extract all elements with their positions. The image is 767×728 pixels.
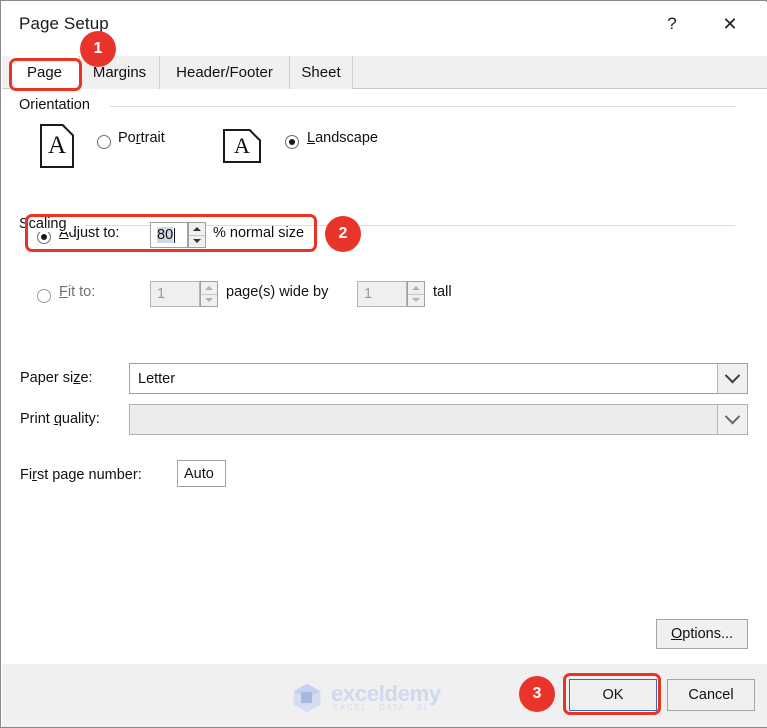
ok-button[interactable]: OK bbox=[569, 679, 657, 711]
adjust-spinner-down[interactable] bbox=[189, 234, 205, 248]
tab-header-footer[interactable]: Header/Footer bbox=[160, 56, 290, 89]
fit-tall-value: 1 bbox=[364, 286, 373, 302]
options-button-label: Options... bbox=[670, 626, 734, 642]
fit-tall-input[interactable]: 1 bbox=[357, 281, 407, 307]
fit-wide-spinner-down[interactable] bbox=[201, 293, 217, 307]
adjust-to-radio[interactable] bbox=[37, 230, 51, 244]
fit-tall-spinner-down[interactable] bbox=[408, 293, 424, 307]
portrait-label: Portrait bbox=[118, 130, 165, 146]
fit-to-radio[interactable] bbox=[37, 289, 51, 303]
first-page-number-value: Auto bbox=[184, 465, 214, 482]
fit-wide-spinner[interactable] bbox=[200, 281, 218, 307]
exceldemy-logo-icon bbox=[293, 683, 321, 713]
screenshot-root: Page Setup ? ✕ Page Margins Header/Foote… bbox=[0, 0, 767, 728]
paper-size-value: Letter bbox=[138, 370, 176, 387]
tab-page[interactable]: Page bbox=[10, 56, 80, 89]
help-icon[interactable]: ? bbox=[649, 4, 695, 44]
landscape-icon-glyph: A bbox=[234, 133, 250, 158]
tab-panel-page: Orientation A Portrait A Landscape Scali… bbox=[2, 89, 767, 664]
portrait-radio[interactable] bbox=[97, 135, 111, 149]
print-quality-dropdown-arrow[interactable] bbox=[717, 405, 747, 434]
paper-size-label: Paper size: bbox=[20, 370, 93, 386]
print-quality-combo[interactable] bbox=[129, 404, 748, 435]
page-setup-dialog: Page Setup ? ✕ Page Margins Header/Foote… bbox=[0, 0, 767, 728]
scaling-group-label: Scaling bbox=[19, 216, 74, 232]
orientation-group-label: Orientation bbox=[19, 97, 97, 113]
landscape-radio[interactable] bbox=[285, 135, 299, 149]
cancel-button[interactable]: Cancel bbox=[667, 679, 755, 711]
portrait-icon-glyph: A bbox=[47, 132, 67, 159]
callout-badge-1: 1 bbox=[80, 31, 116, 67]
fit-tall-spinner[interactable] bbox=[407, 281, 425, 307]
paper-size-dropdown-arrow[interactable] bbox=[717, 364, 747, 393]
orientation-group-rule bbox=[110, 106, 735, 107]
callout-badge-2: 2 bbox=[325, 216, 361, 252]
adjust-to-suffix: % normal size bbox=[213, 225, 305, 241]
watermark-tagline: EXCEL · DATA · BI bbox=[333, 703, 428, 712]
first-page-number-input[interactable]: Auto bbox=[177, 460, 226, 487]
options-button[interactable]: Options... bbox=[656, 619, 748, 649]
fit-to-label: Fit to: bbox=[59, 284, 96, 300]
tab-sheet[interactable]: Sheet bbox=[290, 56, 353, 89]
fit-tall-spinner-up[interactable] bbox=[408, 282, 424, 294]
adjust-to-input[interactable]: 80 bbox=[150, 222, 188, 248]
print-quality-label: Print quality: bbox=[20, 411, 100, 427]
landscape-label: Landscape bbox=[307, 130, 378, 146]
fit-tall-text: tall bbox=[433, 284, 452, 300]
adjust-to-spinner[interactable] bbox=[188, 222, 206, 248]
exceldemy-watermark: exceldemy EXCEL · DATA · BI bbox=[286, 680, 466, 716]
first-page-number-label: First page number: bbox=[20, 467, 142, 483]
landscape-page-icon: A bbox=[223, 129, 261, 163]
title-bar: Page Setup ? ✕ bbox=[2, 2, 767, 56]
fit-wide-input[interactable]: 1 bbox=[150, 281, 200, 307]
tab-strip: Page Margins Header/Footer Sheet bbox=[2, 56, 767, 89]
adjust-to-value: 80 bbox=[157, 227, 174, 243]
fit-wide-value: 1 bbox=[157, 286, 166, 302]
callout-badge-3: 3 bbox=[519, 676, 555, 712]
portrait-page-icon: A bbox=[40, 124, 74, 168]
close-icon[interactable]: ✕ bbox=[707, 4, 753, 44]
fit-wide-spinner-up[interactable] bbox=[201, 282, 217, 294]
paper-size-combo[interactable]: Letter bbox=[129, 363, 748, 394]
adjust-spinner-up[interactable] bbox=[189, 223, 205, 235]
fit-middle-text: page(s) wide by bbox=[226, 284, 329, 300]
